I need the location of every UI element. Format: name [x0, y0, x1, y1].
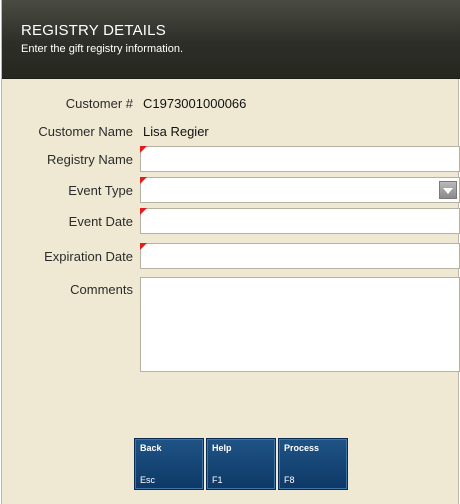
- comments-label: Comments: [70, 282, 133, 297]
- comments-textarea[interactable]: [140, 277, 460, 372]
- page-subtitle: Enter the gift registry information.: [21, 43, 184, 55]
- event-date-field[interactable]: [140, 208, 460, 234]
- registry-name-label: Registry Name: [47, 152, 133, 167]
- page-header: REGISTRY DETAILS Enter the gift registry…: [2, 0, 460, 79]
- back-button-key: Esc: [140, 475, 156, 485]
- required-marker-icon: [140, 146, 147, 153]
- customer-number-value: C1973001000066: [143, 96, 247, 111]
- registry-name-field[interactable]: [140, 146, 460, 172]
- customer-number-label: Customer #: [65, 96, 133, 111]
- registry-details-panel: REGISTRY DETAILS Enter the gift registry…: [1, 0, 460, 504]
- event-type-select[interactable]: [140, 177, 460, 203]
- customer-name-value: Lisa Regier: [143, 124, 209, 139]
- chevron-down-icon[interactable]: [439, 181, 457, 199]
- event-type-label: Event Type: [68, 183, 133, 198]
- process-button-key: F8: [284, 475, 295, 485]
- help-button-key: F1: [212, 475, 223, 485]
- back-button-label: Back: [140, 443, 162, 453]
- process-button[interactable]: Process F8: [278, 438, 348, 490]
- process-button-label: Process: [284, 443, 320, 453]
- help-button[interactable]: Help F1: [206, 438, 276, 490]
- back-button[interactable]: Back Esc: [134, 438, 204, 490]
- required-marker-icon: [140, 243, 147, 250]
- event-date-label: Event Date: [68, 214, 133, 229]
- help-button-label: Help: [212, 443, 232, 453]
- page-title: REGISTRY DETAILS: [21, 22, 166, 39]
- customer-name-label: Customer Name: [38, 124, 133, 139]
- required-marker-icon: [140, 177, 147, 184]
- required-marker-icon: [140, 208, 147, 215]
- expiration-date-label: Expiration Date: [44, 249, 133, 264]
- expiration-date-field[interactable]: [140, 243, 460, 269]
